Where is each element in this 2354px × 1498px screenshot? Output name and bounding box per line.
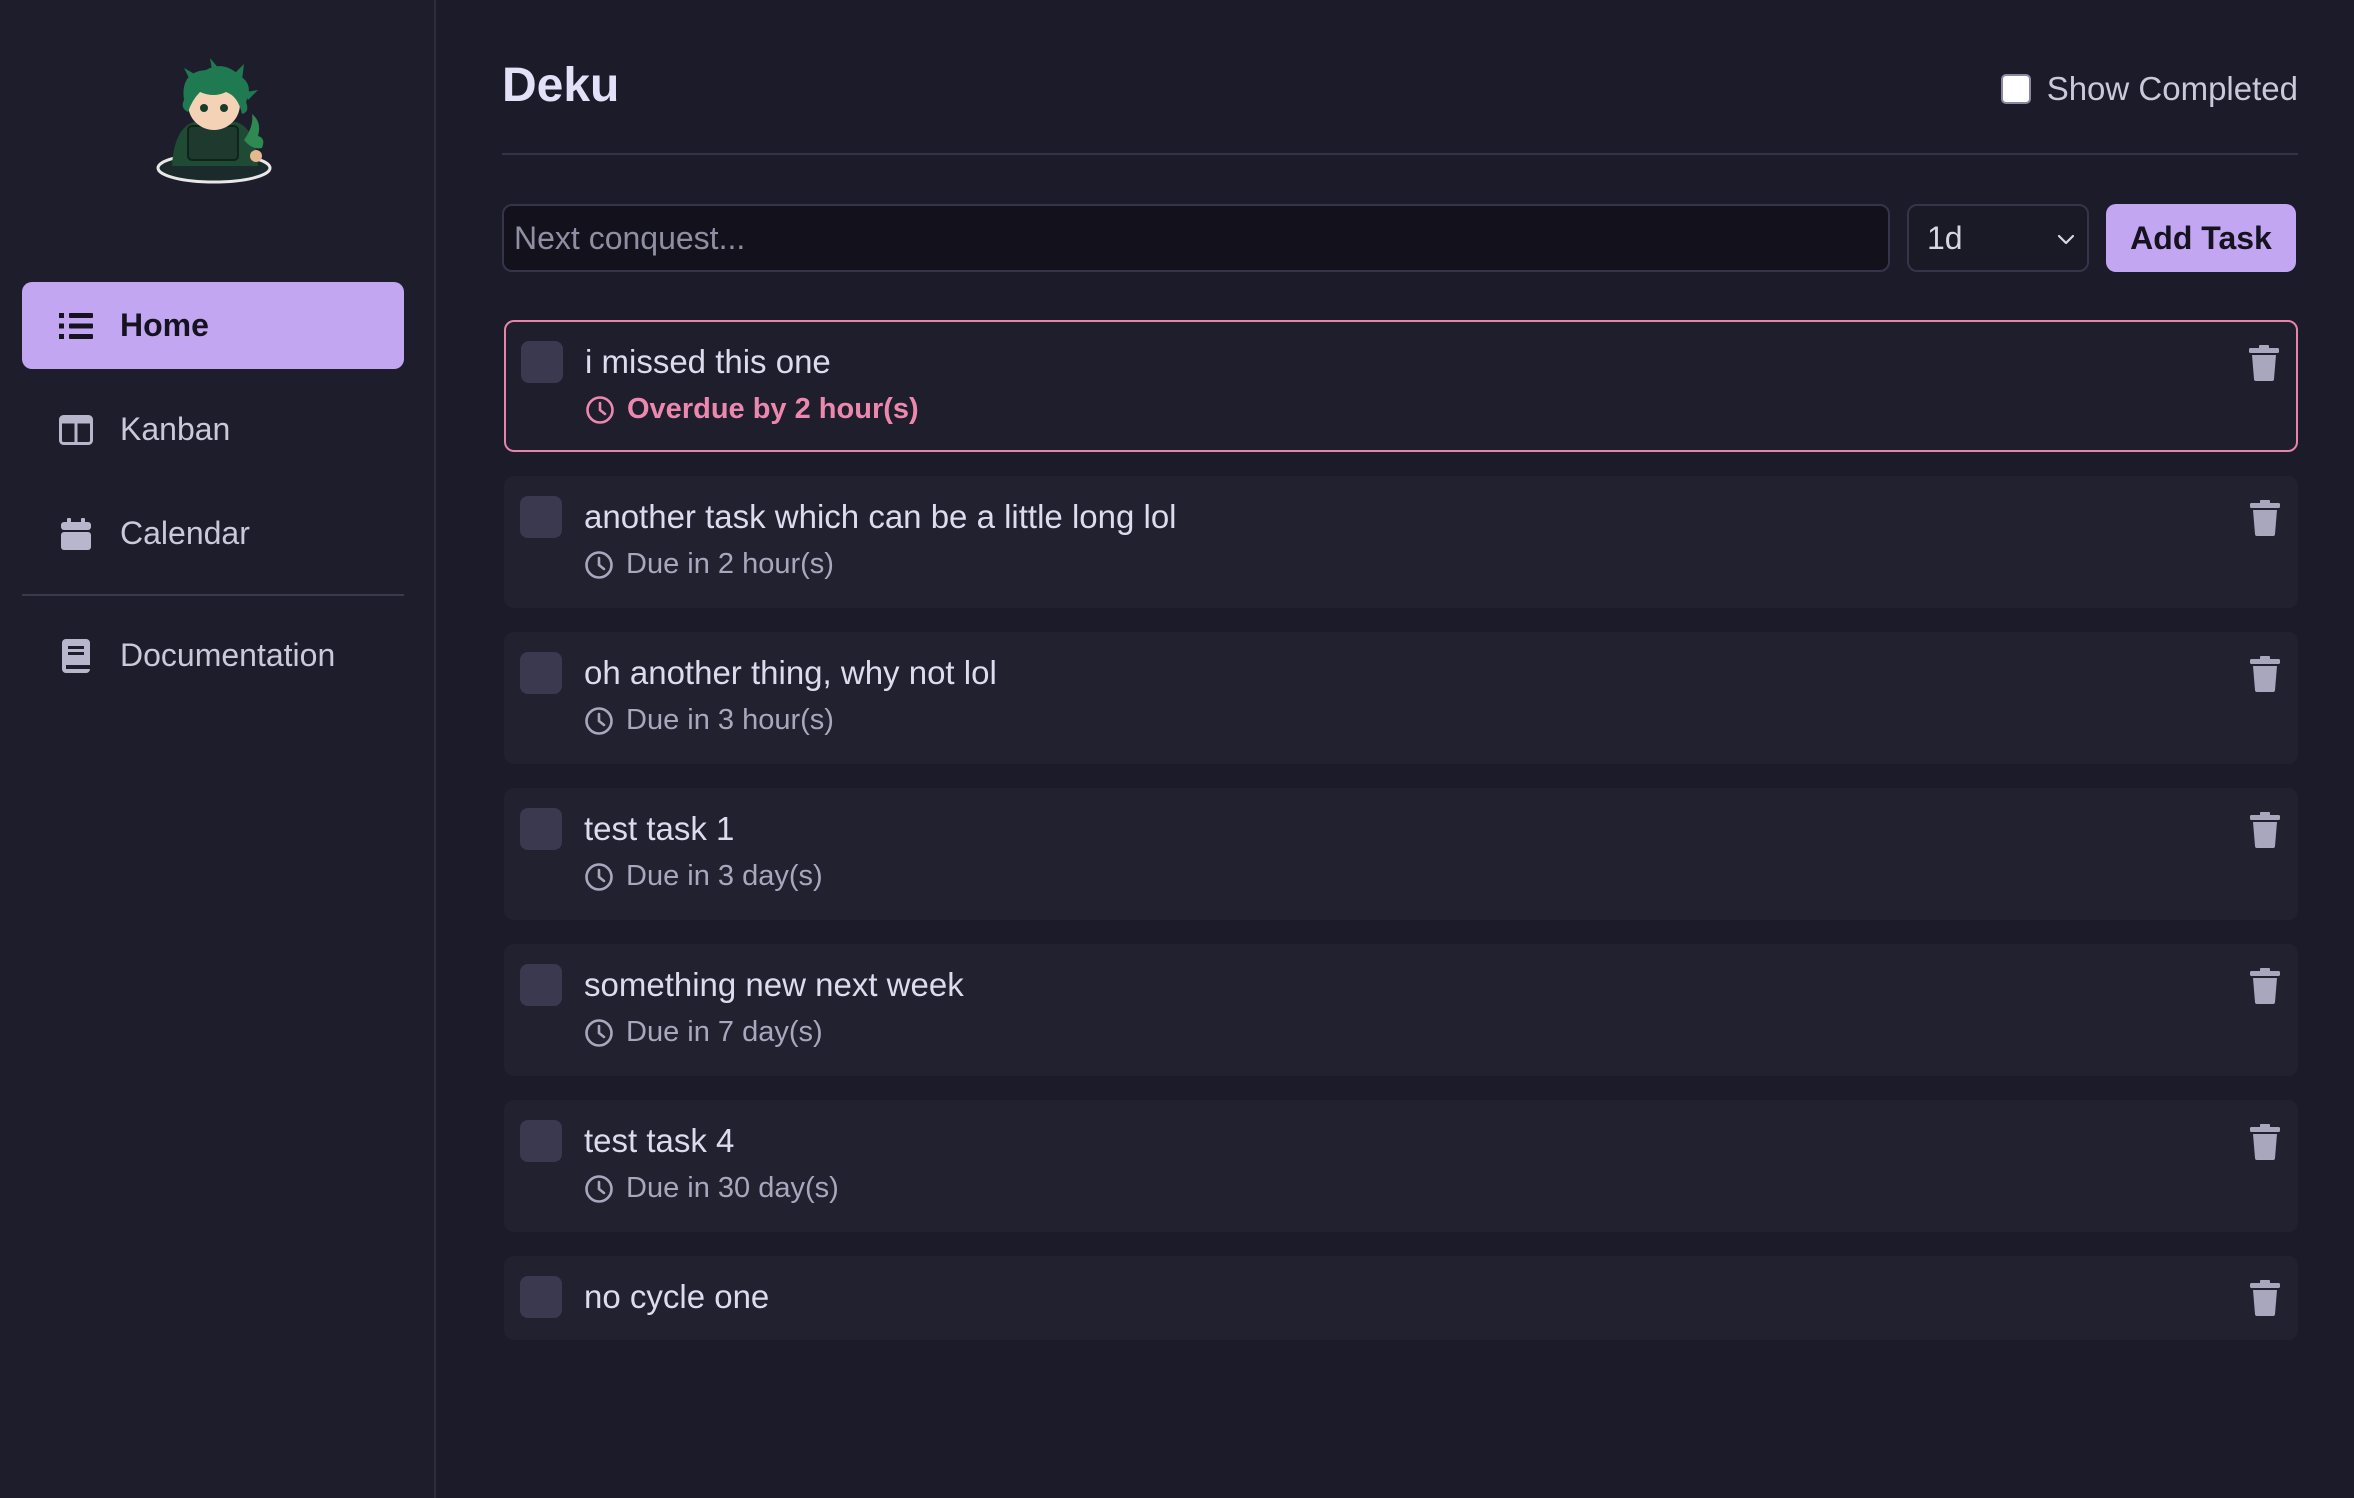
sidebar-item-home[interactable]: Home [22, 282, 404, 369]
task-title: test task 1 [584, 810, 735, 847]
clock-icon [585, 550, 613, 579]
task-due: Due in 30 day(s) [584, 1172, 839, 1205]
task-title: something new next week [584, 966, 964, 1003]
sidebar-item-label: Kanban [120, 411, 231, 447]
task-due-text: Overdue by 2 hour(s) [627, 393, 919, 425]
task-due: Due in 3 hour(s) [584, 704, 834, 737]
add-task-button[interactable]: Add Task [2106, 204, 2296, 272]
task-item: something new next week Due in 7 day(s) [504, 944, 2298, 1076]
task-checkbox[interactable] [520, 652, 562, 694]
sidebar-divider [22, 594, 404, 596]
task-title: oh another thing, why not lol [584, 654, 997, 691]
sidebar-item-documentation[interactable]: Documentation [22, 612, 404, 699]
task-item: oh another thing, why not lol Due in 3 h… [504, 632, 2298, 764]
sidebar-item-label: Calendar [120, 515, 250, 551]
task-item: test task 1 Due in 3 day(s) [504, 788, 2298, 920]
page-title: Deku [502, 59, 620, 112]
clock-icon [585, 1018, 613, 1047]
trash-icon[interactable] [2250, 1280, 2280, 1316]
task-checkbox[interactable] [520, 808, 562, 850]
task-checkbox[interactable] [520, 1120, 562, 1162]
task-list: i missed this one Overdue by 2 hour(s) a… [504, 320, 2298, 1364]
sidebar: Home Kanban Calendar Documentation [0, 0, 436, 1498]
logo-image [154, 56, 274, 186]
task-title: i missed this one [585, 343, 831, 380]
show-completed-checkbox[interactable] [2000, 74, 2031, 104]
task-item: i missed this one Overdue by 2 hour(s) [504, 320, 2298, 452]
task-due: Due in 2 hour(s) [584, 548, 834, 581]
trash-icon[interactable] [2250, 812, 2280, 848]
trash-icon[interactable] [2249, 345, 2279, 381]
trash-icon[interactable] [2250, 656, 2280, 692]
task-checkbox[interactable] [520, 964, 562, 1006]
task-checkbox[interactable] [520, 496, 562, 538]
trash-icon[interactable] [2250, 1124, 2280, 1160]
cycle-select[interactable]: 1d [1907, 204, 2089, 272]
task-due: Overdue by 2 hour(s) [585, 393, 919, 426]
list-icon [56, 306, 96, 346]
task-checkbox[interactable] [521, 341, 563, 383]
trash-icon[interactable] [2250, 500, 2280, 536]
task-due-text: Due in 30 day(s) [626, 1172, 839, 1204]
clock-icon [586, 395, 614, 424]
sidebar-item-kanban[interactable]: Kanban [22, 386, 404, 473]
sidebar-item-label: Documentation [120, 637, 336, 673]
show-completed-label: Show Completed [2046, 70, 2298, 107]
sidebar-item-calendar[interactable]: Calendar [22, 490, 404, 577]
task-title: test task 4 [584, 1122, 735, 1159]
columns-icon [56, 410, 96, 450]
task-due: Due in 7 day(s) [584, 1016, 823, 1049]
clock-icon [585, 706, 613, 735]
task-due-text: Due in 3 day(s) [626, 860, 823, 892]
calendar-icon [56, 514, 96, 554]
task-due: Due in 3 day(s) [584, 860, 823, 893]
task-due-text: Due in 2 hour(s) [626, 548, 834, 580]
book-icon [56, 636, 96, 676]
task-item: no cycle one [504, 1256, 2298, 1340]
task-item: another task which can be a little long … [504, 476, 2298, 608]
task-item: test task 4 Due in 30 day(s) [504, 1100, 2298, 1232]
sidebar-item-label: Home [120, 307, 209, 343]
task-title: no cycle one [584, 1278, 770, 1315]
task-checkbox[interactable] [520, 1276, 562, 1318]
show-completed-toggle[interactable]: Show Completed [2000, 70, 2298, 108]
header-divider [502, 153, 2298, 155]
new-task-input[interactable] [502, 204, 1890, 272]
task-title: another task which can be a little long … [584, 498, 1177, 535]
clock-icon [585, 1174, 613, 1203]
clock-icon [585, 862, 613, 891]
cycle-select-value: 1d [1927, 219, 1963, 256]
chevron-down-icon [2055, 228, 2077, 250]
task-due-text: Due in 3 hour(s) [626, 704, 834, 736]
main-content: Deku Show Completed 1d Add Task i missed… [436, 0, 2354, 1498]
trash-icon[interactable] [2250, 968, 2280, 1004]
task-due-text: Due in 7 day(s) [626, 1016, 823, 1048]
app-root: Home Kanban Calendar Documentation Deku … [0, 0, 2354, 1498]
